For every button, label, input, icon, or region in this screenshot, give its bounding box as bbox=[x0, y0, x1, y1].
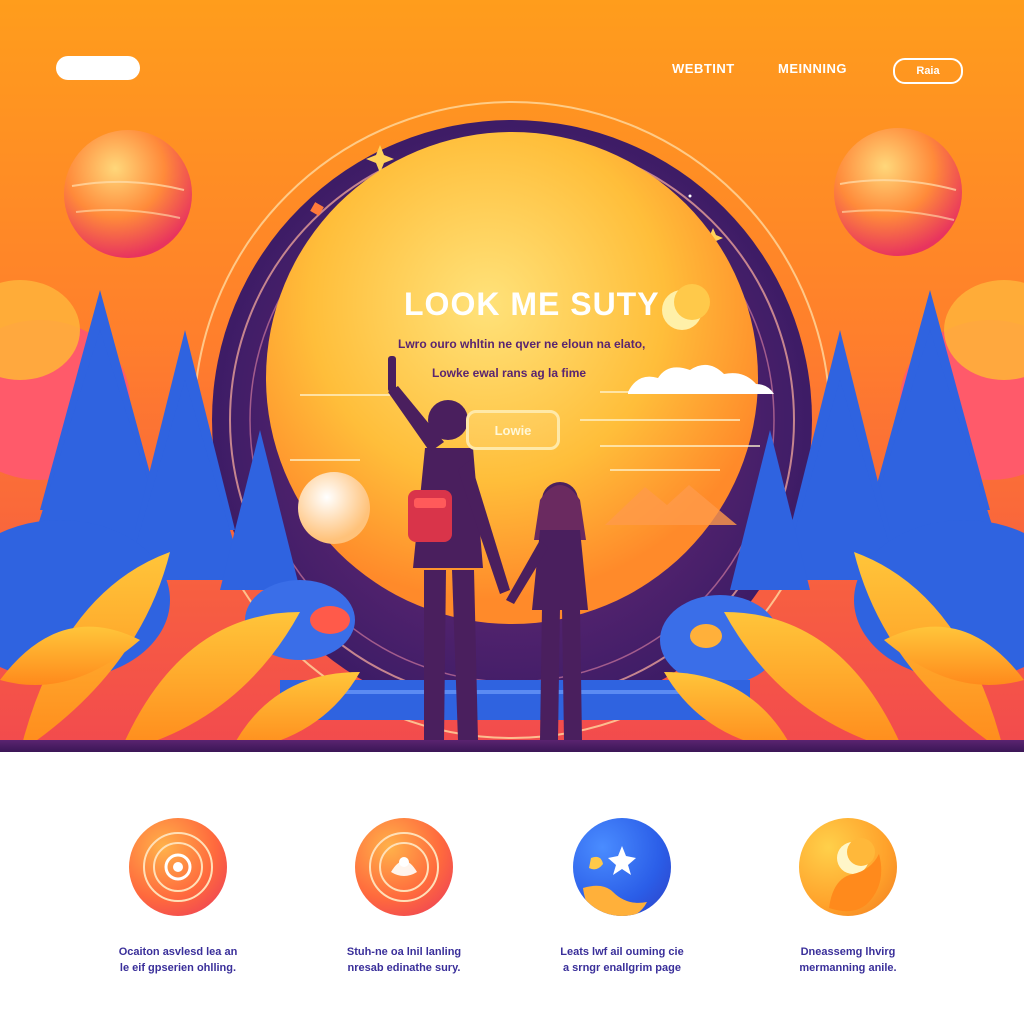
feature-text-line: nresab edinathe sury. bbox=[347, 962, 461, 974]
hero-section: WEBTINT MEINNING Raia LOOK ME SUTY Lwro … bbox=[0, 0, 1024, 752]
feature-text-line: Ocaiton asvlesd lea an bbox=[118, 946, 238, 958]
feature-text-line: Leats lwf ail ouming cie bbox=[560, 946, 684, 958]
hero-subtitle-2: Lowke ewal rans ag la fime bbox=[432, 366, 587, 380]
hand-star-icon bbox=[573, 818, 671, 916]
logo-pill[interactable] bbox=[56, 56, 140, 80]
nav-link-2[interactable]: MEINNING bbox=[778, 61, 847, 76]
orbit-icon bbox=[129, 818, 227, 916]
hero-title: LOOK ME SUTY bbox=[404, 286, 660, 322]
moon-hand-icon bbox=[799, 818, 897, 916]
feature-card[interactable]: Leats lwf ail ouming cie a srngr enallgr… bbox=[522, 818, 722, 976]
nav-button[interactable]: Raia bbox=[893, 58, 963, 84]
feature-text-line: Dneassemg lhvirg bbox=[800, 946, 896, 958]
feature-card[interactable]: Stuh-ne oa lnil lanling nresab edinathe … bbox=[304, 818, 504, 976]
feature-text-line: le eif gpserien ohlling. bbox=[119, 962, 237, 974]
hero-cta-button[interactable]: Lowie bbox=[466, 410, 560, 450]
feature-text-line: mermanning anile. bbox=[799, 962, 897, 974]
nav-link-1[interactable]: WEBTINT bbox=[672, 61, 735, 76]
hero-subtitle-1: Lwro ouro whltin ne qver ne eloun na ela… bbox=[398, 337, 646, 351]
feature-text-line: a srngr enallgrim page bbox=[563, 962, 681, 974]
feature-card[interactable]: Dneassemg lhvirg mermanning anile. bbox=[748, 818, 948, 976]
lotus-icon bbox=[355, 818, 453, 916]
features-section: Ocaiton asvlesd lea an le eif gpserien o… bbox=[0, 752, 1024, 1024]
feature-text-line: Stuh-ne oa lnil lanling bbox=[346, 946, 462, 958]
feature-card[interactable]: Ocaiton asvlesd lea an le eif gpserien o… bbox=[78, 818, 278, 976]
